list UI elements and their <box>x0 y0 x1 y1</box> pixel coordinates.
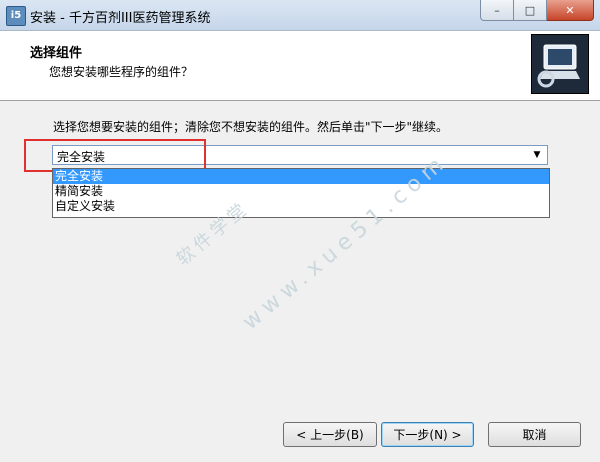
minimize-icon: – <box>494 3 500 17</box>
back-button[interactable]: < 上一步(B) <box>283 422 377 447</box>
wizard-content: 选择您想要安装的组件；清除您不想安装的组件。然后单击"下一步"继续。 完全安装 … <box>0 101 600 413</box>
cancel-button[interactable]: 取消 <box>488 422 581 447</box>
maximize-button[interactable]: □ <box>514 0 547 21</box>
install-type-select[interactable]: 完全安装 ▼ <box>52 145 548 165</box>
wizard-header: 选择组件 您想安装哪些程序的组件？ <box>0 31 600 101</box>
setup-computer-icon <box>531 34 589 94</box>
dropdown-arrow-icon[interactable]: ▼ <box>529 148 545 162</box>
title-bar: i5 安装 - 千方百剂III医药管理系统 – □ ✕ <box>0 0 600 31</box>
minimize-button[interactable]: – <box>480 0 514 21</box>
close-icon: ✕ <box>565 3 575 17</box>
page-subtitle: 您想安装哪些程序的组件？ <box>49 65 194 79</box>
option-custom-install[interactable]: 自定义安装 <box>53 199 549 214</box>
option-full-install[interactable]: 完全安装 <box>53 169 549 184</box>
maximize-icon: □ <box>524 3 536 17</box>
next-button[interactable]: 下一步(N) > <box>381 422 474 447</box>
installer-icon: i5 <box>6 6 26 26</box>
page-title: 选择组件 <box>30 46 83 61</box>
option-compact-install[interactable]: 精简安装 <box>53 184 549 199</box>
select-current-value: 完全安装 <box>57 150 106 164</box>
instruction-text: 选择您想要安装的组件；清除您不想安装的组件。然后单击"下一步"继续。 <box>53 120 449 134</box>
close-button[interactable]: ✕ <box>547 0 594 21</box>
wizard-footer: < 上一步(B) 下一步(N) > 取消 <box>0 413 600 462</box>
select-dropdown-list: 完全安装 精简安装 自定义安装 <box>52 168 550 218</box>
window-title: 安装 - 千方百剂III医药管理系统 <box>30 11 211 26</box>
window-controls: – □ ✕ <box>480 0 594 22</box>
